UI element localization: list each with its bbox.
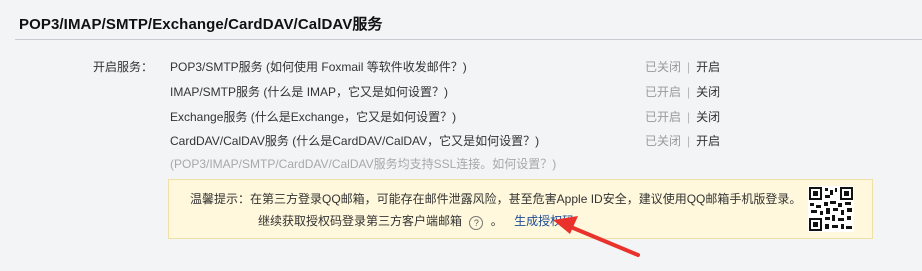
service-status-imap: 已开启 | 关闭 (645, 83, 720, 100)
disable-button[interactable]: 关闭 (696, 110, 720, 124)
service-help-link[interactable]: (什么是 IMAP，它又是如何设置？) (263, 85, 448, 99)
disable-button[interactable]: 关闭 (696, 85, 720, 99)
service-name: Exchange服务 (170, 110, 248, 124)
status-text: 已关闭 (645, 60, 682, 74)
help-question-icon[interactable]: ? (469, 216, 484, 230)
tip-box: 温馨提示：在第三方登录QQ邮箱，可能存在邮件泄露风险，甚至危害Apple ID安… (168, 179, 873, 239)
service-help-link[interactable]: (什么是Exchange，它又是如何设置？) (251, 110, 456, 124)
tip-auth-code-row: 继续获取授权码登录第三方客户端邮箱 ? 。 生成授权码 (258, 212, 574, 230)
status-text: 已开启 (645, 110, 682, 124)
service-name: IMAP/SMTP服务 (170, 85, 261, 99)
tip-auth-code-text: 继续获取授权码登录第三方客户端邮箱 (258, 214, 463, 228)
service-status-pop3: 已关闭 | 开启 (645, 58, 720, 75)
service-name: POP3/SMTP服务 (170, 60, 263, 74)
service-help-link[interactable]: (如何使用 Foxmail 等软件收发邮件？) (266, 60, 467, 74)
tip-warning-text: 温馨提示：在第三方登录QQ邮箱，可能存在邮件泄露风险，甚至危害Apple ID安… (190, 192, 802, 206)
settings-panel: POP3/IMAP/SMTP/Exchange/CardDAV/CalDAV服务… (0, 0, 922, 271)
section-title: POP3/IMAP/SMTP/Exchange/CardDAV/CalDAV服务 (19, 16, 383, 33)
divider: | (687, 85, 691, 99)
status-text: 已关闭 (645, 134, 682, 148)
tip-period: 。 (490, 214, 503, 228)
service-name: CardDAV/CalDAV服务 (170, 134, 289, 148)
section-header: POP3/IMAP/SMTP/Exchange/CardDAV/CalDAV服务 (15, 0, 922, 40)
enable-button[interactable]: 开启 (696, 60, 720, 74)
service-row-exchange: Exchange服务 (什么是Exchange，它又是如何设置？) (170, 108, 456, 125)
service-row-pop3: POP3/SMTP服务 (如何使用 Foxmail 等软件收发邮件？) (170, 58, 467, 75)
service-status-exchange: 已开启 | 关闭 (645, 108, 720, 125)
service-help-link[interactable]: (什么是CardDAV/CalDAV，它又是如何设置？) (292, 134, 539, 148)
divider: | (687, 110, 691, 124)
qr-code-icon (808, 186, 854, 232)
enable-button[interactable]: 开启 (696, 134, 720, 148)
ssl-note-link[interactable]: (POP3/IMAP/SMTP/CardDAV/CalDAV服务均支持SSL连接… (170, 155, 556, 172)
services-label: 开启服务： (93, 60, 154, 74)
service-row-imap: IMAP/SMTP服务 (什么是 IMAP，它又是如何设置？) (170, 83, 448, 100)
generate-auth-code-link[interactable]: 生成授权码 (514, 214, 574, 228)
service-status-caldav: 已关闭 | 开启 (645, 132, 720, 149)
divider: | (687, 60, 691, 74)
divider: | (687, 134, 691, 148)
status-text: 已开启 (645, 85, 682, 99)
service-row-caldav: CardDAV/CalDAV服务 (什么是CardDAV/CalDAV，它又是如… (170, 132, 539, 149)
